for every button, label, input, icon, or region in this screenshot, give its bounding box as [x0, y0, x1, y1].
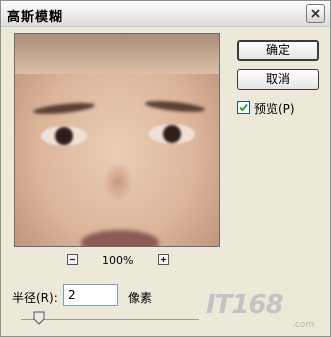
- preview-left-eye: [41, 126, 87, 146]
- ok-button[interactable]: 确定: [237, 40, 319, 61]
- radius-slider-thumb[interactable]: [33, 311, 45, 325]
- preview-nose: [103, 162, 133, 202]
- watermark-logo: IT168 .com: [206, 290, 326, 330]
- close-button[interactable]: [306, 4, 325, 23]
- watermark-text: IT168: [206, 290, 284, 320]
- zoom-out-button[interactable]: [67, 254, 78, 265]
- watermark-subtext: .com: [292, 320, 315, 330]
- dialog-title: 高斯模糊: [7, 10, 64, 25]
- preview-image[interactable]: [14, 33, 220, 247]
- preview-checkbox[interactable]: [237, 101, 250, 114]
- cancel-button[interactable]: 取消: [237, 69, 319, 90]
- close-icon: [311, 9, 320, 18]
- radius-input[interactable]: [63, 284, 118, 306]
- checkmark-icon: [239, 103, 248, 112]
- preview-checkbox-label[interactable]: 预览(P): [254, 100, 295, 117]
- preview-right-brow: [144, 98, 206, 115]
- zoom-level: 100%: [102, 254, 134, 267]
- radius-unit: 像素: [128, 291, 153, 305]
- preview-left-brow: [32, 100, 96, 117]
- preview-lips: [81, 230, 159, 246]
- preview-right-eye: [149, 124, 195, 144]
- gaussian-blur-dialog: 高斯模糊 确定 取消 预览(P) 100% 半径(R): 2 像素 IT168 …: [0, 0, 331, 337]
- zoom-in-button[interactable]: [158, 254, 169, 265]
- minus-icon: [70, 258, 75, 261]
- plus-icon: [161, 257, 166, 262]
- radius-slider-track[interactable]: [21, 319, 199, 320]
- preview-hair: [15, 34, 219, 74]
- radius-label: 半径(R):: [12, 291, 58, 305]
- title-bar[interactable]: 高斯模糊: [1, 1, 330, 27]
